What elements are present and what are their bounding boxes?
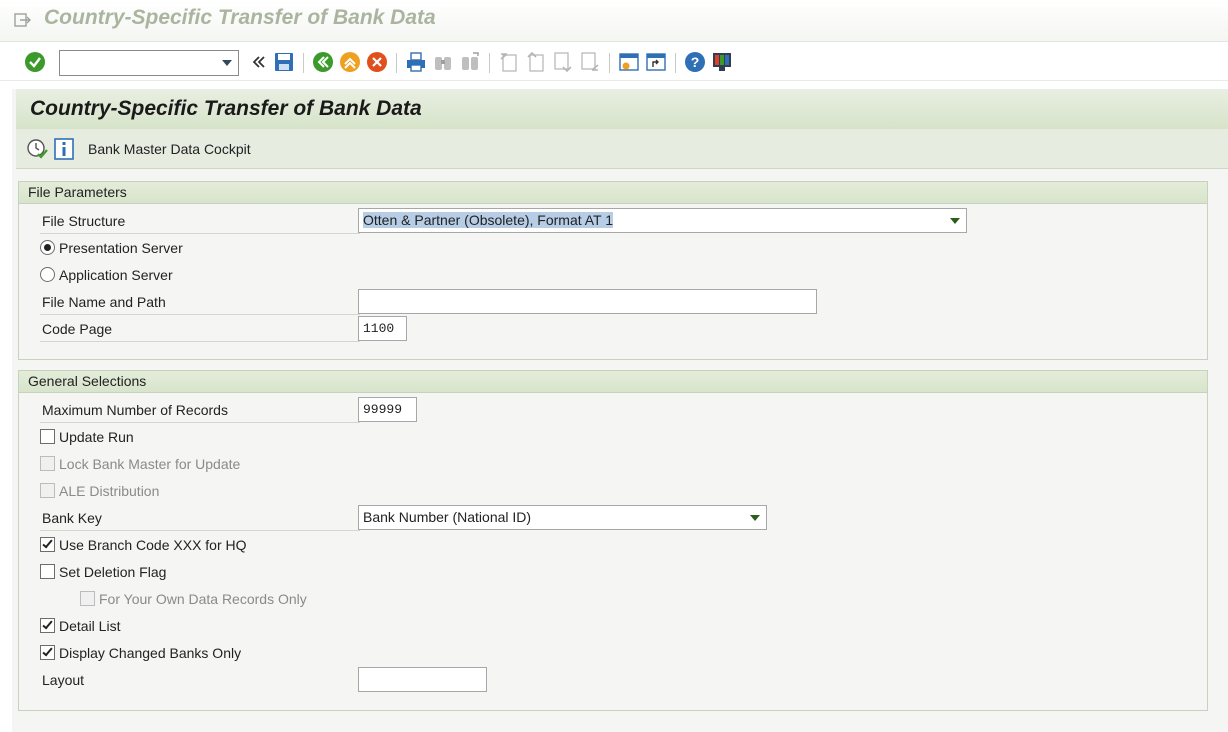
file-structure-dropdown[interactable]: Otten & Partner (Obsolete), Format AT 1	[358, 208, 967, 233]
file-structure-row: File Structure Otten & Partner (Obsolete…	[19, 208, 1207, 235]
find-icon[interactable]	[432, 51, 454, 73]
ale-distribution-row: ALE Distribution	[19, 478, 1207, 505]
detail-list-checkbox[interactable]	[40, 618, 55, 633]
own-records-row: For Your Own Data Records Only	[19, 586, 1207, 613]
toolbar-separator	[303, 53, 304, 73]
ale-distribution-checkbox	[40, 483, 55, 498]
group-title: General Selections	[19, 371, 1207, 393]
ale-distribution-label: ALE Distribution	[59, 483, 160, 499]
file-name-row: File Name and Path	[19, 289, 1207, 316]
back-icon[interactable]	[312, 51, 334, 73]
checkmark-icon	[42, 537, 53, 549]
page-title: Country-Specific Transfer of Bank Data	[30, 97, 422, 120]
changed-banks-checkbox[interactable]	[40, 645, 55, 660]
changed-banks-row: Display Changed Banks Only	[19, 640, 1207, 667]
file-structure-value: Otten & Partner (Obsolete), Format AT 1	[363, 212, 614, 228]
toolbar-separator	[396, 53, 397, 73]
standard-toolbar: ?	[0, 43, 1228, 81]
application-server-radio[interactable]	[40, 267, 55, 282]
bank-key-row: Bank Key Bank Number (National ID)	[19, 505, 1207, 532]
changed-banks-label[interactable]: Display Changed Banks Only	[59, 643, 241, 664]
branch-code-row: Use Branch Code XXX for HQ	[19, 532, 1207, 559]
code-page-input[interactable]: 1100	[358, 316, 407, 341]
detail-list-label[interactable]: Detail List	[59, 616, 120, 637]
checkmark-icon	[42, 645, 53, 657]
max-records-row: Maximum Number of Records 99999	[19, 397, 1207, 424]
window-title: Country-Specific Transfer of Bank Data	[44, 6, 436, 29]
svg-text:?: ?	[691, 54, 700, 70]
application-server-label[interactable]: Application Server	[59, 265, 173, 286]
lock-bank-master-label: Lock Bank Master for Update	[59, 456, 241, 472]
command-input[interactable]	[64, 52, 214, 74]
bank-key-value: Bank Number (National ID)	[363, 509, 532, 525]
chevron-down-icon[interactable]	[222, 60, 232, 66]
info-icon[interactable]	[53, 138, 75, 160]
toolbar-separator	[489, 53, 490, 73]
deletion-flag-row: Set Deletion Flag	[19, 559, 1207, 586]
main-screen: Country-Specific Transfer of Bank Data B…	[12, 89, 1228, 732]
application-server-row: Application Server	[19, 262, 1207, 289]
deletion-flag-checkbox[interactable]	[40, 564, 55, 579]
max-records-input[interactable]: 99999	[358, 397, 417, 422]
checkmark-icon	[42, 618, 53, 630]
code-page-label: Code Page	[40, 319, 360, 342]
file-structure-label: File Structure	[40, 211, 360, 234]
first-page-icon[interactable]	[498, 51, 520, 73]
bank-master-data-cockpit-button[interactable]: Bank Master Data Cockpit	[88, 141, 251, 157]
bank-key-dropdown[interactable]: Bank Number (National ID)	[358, 505, 767, 530]
file-parameters-group: File Parameters File Structure Otten & P…	[18, 181, 1208, 360]
file-name-label: File Name and Path	[40, 292, 360, 315]
layout-input[interactable]	[358, 667, 487, 692]
deletion-flag-label[interactable]: Set Deletion Flag	[59, 562, 166, 583]
update-run-label[interactable]: Update Run	[59, 427, 134, 448]
group-title: File Parameters	[19, 182, 1207, 204]
title-bar: Country-Specific Transfer of Bank Data	[0, 0, 1228, 42]
execute-icon[interactable]	[26, 138, 48, 160]
command-field[interactable]	[59, 50, 239, 76]
toolbar-separator	[609, 53, 610, 73]
last-page-icon[interactable]	[579, 51, 601, 73]
toolbar-separator	[675, 53, 676, 73]
max-records-label: Maximum Number of Records	[40, 400, 360, 423]
presentation-server-label[interactable]: Presentation Server	[59, 238, 183, 259]
lock-bank-master-checkbox	[40, 456, 55, 471]
branch-code-checkbox[interactable]	[40, 537, 55, 552]
update-run-checkbox[interactable]	[40, 429, 55, 444]
general-selections-group: General Selections Maximum Number of Rec…	[18, 370, 1208, 711]
shortcut-icon[interactable]	[645, 51, 667, 73]
create-session-icon[interactable]	[618, 51, 640, 73]
own-records-label: For Your Own Data Records Only	[99, 591, 307, 607]
previous-page-icon[interactable]	[525, 51, 547, 73]
screen-header: Country-Specific Transfer of Bank Data	[16, 89, 1228, 129]
layout-label: Layout	[42, 672, 85, 688]
file-name-input[interactable]	[358, 289, 817, 314]
save-icon[interactable]	[273, 51, 295, 73]
detail-list-row: Detail List	[19, 613, 1207, 640]
update-run-row: Update Run	[19, 424, 1207, 451]
bank-key-label: Bank Key	[40, 508, 360, 531]
next-page-icon[interactable]	[552, 51, 574, 73]
menu-icon[interactable]	[14, 12, 32, 28]
enter-icon[interactable]	[24, 51, 46, 73]
exit-icon[interactable]	[339, 51, 361, 73]
back-double-arrow-icon[interactable]	[248, 51, 270, 73]
customize-layout-icon[interactable]	[711, 51, 733, 73]
chevron-down-icon[interactable]	[950, 218, 960, 224]
own-records-checkbox	[80, 591, 95, 606]
layout-row: Layout	[19, 667, 1207, 694]
find-next-icon[interactable]	[459, 51, 481, 73]
branch-code-label[interactable]: Use Branch Code XXX for HQ	[59, 535, 247, 556]
application-toolbar: Bank Master Data Cockpit	[16, 129, 1228, 169]
print-icon[interactable]	[405, 51, 427, 73]
chevron-down-icon[interactable]	[750, 515, 760, 521]
help-icon[interactable]: ?	[684, 51, 706, 73]
presentation-server-row: Presentation Server	[19, 235, 1207, 262]
code-page-row: Code Page 1100	[19, 316, 1207, 343]
lock-bank-master-row: Lock Bank Master for Update	[19, 451, 1207, 478]
cancel-icon[interactable]	[366, 51, 388, 73]
presentation-server-radio[interactable]	[40, 240, 55, 255]
